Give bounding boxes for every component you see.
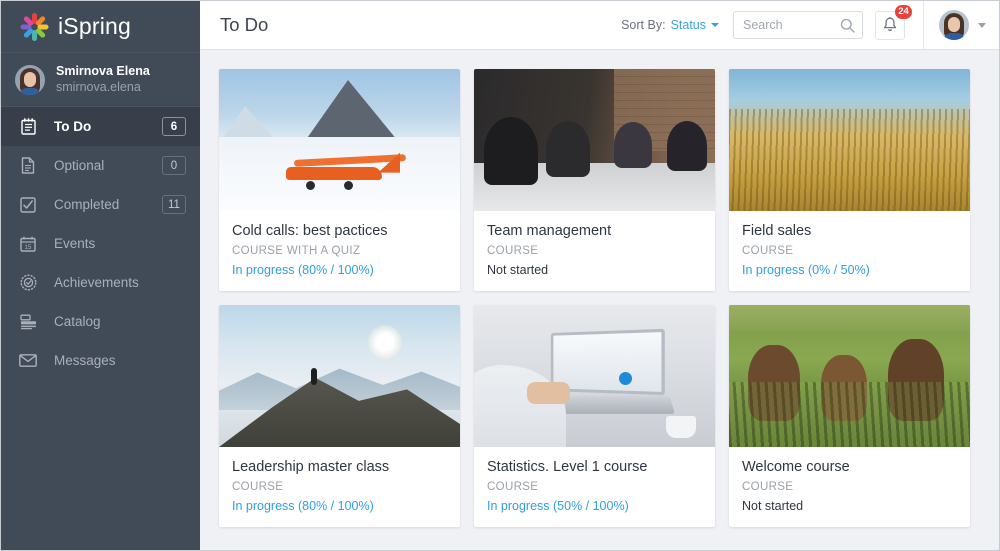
- sidebar-profile[interactable]: Smirnova Elena smirnova.elena: [1, 53, 200, 107]
- course-card[interactable]: Team management COURSE Not started: [474, 69, 715, 291]
- svg-text:15: 15: [25, 244, 32, 251]
- user-avatar: [15, 65, 45, 95]
- course-title: Team management: [487, 223, 702, 239]
- course-title: Welcome course: [742, 459, 957, 475]
- sidebar-item-label: To Do: [54, 119, 162, 134]
- course-thumbnail: [219, 69, 460, 211]
- sidebar-badge-completed: 11: [162, 195, 186, 214]
- chevron-down-icon[interactable]: [711, 23, 719, 27]
- chevron-down-icon[interactable]: [978, 23, 986, 28]
- sort-by-value[interactable]: Status: [671, 18, 706, 32]
- course-type: COURSE: [232, 481, 447, 493]
- course-card[interactable]: Leadership master class COURSE In progre…: [219, 305, 460, 527]
- document-icon: [18, 156, 38, 176]
- sidebar-item-label: Completed: [54, 197, 162, 212]
- course-type: COURSE: [487, 245, 702, 257]
- sidebar-item-achievements[interactable]: Achievements: [1, 263, 200, 302]
- course-title: Field sales: [742, 223, 957, 239]
- course-thumbnail: [219, 305, 460, 447]
- course-type: COURSE: [742, 481, 957, 493]
- course-status: In progress (80% / 100%): [232, 499, 447, 513]
- sidebar-item-to-do[interactable]: To Do 6: [1, 107, 200, 146]
- course-thumbnail: [474, 305, 715, 447]
- sidebar-item-label: Optional: [54, 158, 162, 173]
- sidebar-item-label: Achievements: [54, 275, 186, 290]
- sidebar-badge-to-do: 6: [162, 117, 186, 136]
- sort-by-control[interactable]: Sort By: Status: [621, 18, 719, 32]
- course-title: Cold calls: best pactices: [232, 223, 447, 239]
- sidebar-item-catalog[interactable]: Catalog: [1, 302, 200, 341]
- course-status: In progress (0% / 50%): [742, 263, 957, 277]
- course-thumbnail: [729, 69, 970, 211]
- calendar-icon: 15: [18, 234, 38, 254]
- notification-count-badge: 24: [895, 5, 912, 19]
- app-window: iSpring Smirnova Elena smirnova.elena To…: [0, 0, 1000, 551]
- sidebar: iSpring Smirnova Elena smirnova.elena To…: [1, 1, 200, 550]
- bell-icon: [883, 17, 897, 33]
- course-status: Not started: [487, 263, 702, 277]
- ispring-pinwheel-logo: [19, 12, 49, 42]
- course-title: Statistics. Level 1 course: [487, 459, 702, 475]
- sidebar-item-label: Events: [54, 236, 186, 251]
- sidebar-item-events[interactable]: 15 Events: [1, 224, 200, 263]
- top-bar: To Do Sort By: Status 24: [200, 1, 999, 50]
- course-status: In progress (50% / 100%): [487, 499, 702, 513]
- sidebar-nav: To Do 6 Optional 0 Completed 11 15: [1, 107, 200, 380]
- badge-award-icon: [18, 273, 38, 293]
- sidebar-item-optional[interactable]: Optional 0: [1, 146, 200, 185]
- course-grid: Cold calls: best pactices COURSE WITH A …: [219, 69, 979, 527]
- sidebar-item-label: Catalog: [54, 314, 186, 329]
- course-status: In progress (80% / 100%): [232, 263, 447, 277]
- user-avatar: [939, 10, 969, 40]
- sidebar-item-completed[interactable]: Completed 11: [1, 185, 200, 224]
- course-thumbnail: [729, 305, 970, 447]
- course-list-content: Cold calls: best pactices COURSE WITH A …: [200, 50, 999, 550]
- envelope-icon: [18, 351, 38, 371]
- course-card[interactable]: Field sales COURSE In progress (0% / 50%…: [729, 69, 970, 291]
- profile-name: Smirnova Elena: [56, 64, 150, 80]
- top-bar-actions: Sort By: Status 24: [621, 1, 999, 49]
- sidebar-item-label: Messages: [54, 353, 186, 368]
- user-menu[interactable]: [923, 1, 999, 49]
- notifications-button[interactable]: 24: [875, 11, 905, 40]
- brand-name: iSpring: [58, 13, 131, 40]
- main-area: To Do Sort By: Status 24: [200, 1, 999, 550]
- course-type: COURSE: [487, 481, 702, 493]
- catalog-icon: [18, 312, 38, 332]
- notepad-icon: [18, 117, 38, 137]
- profile-login: smirnova.elena: [56, 80, 150, 96]
- search-box[interactable]: [733, 11, 863, 39]
- sort-by-label: Sort By:: [621, 18, 665, 32]
- course-card[interactable]: Cold calls: best pactices COURSE WITH A …: [219, 69, 460, 291]
- course-title: Leadership master class: [232, 459, 447, 475]
- course-type: COURSE: [742, 245, 957, 257]
- brand-header[interactable]: iSpring: [1, 1, 200, 53]
- course-status: Not started: [742, 499, 957, 513]
- page-title: To Do: [220, 14, 268, 36]
- course-type: COURSE WITH A QUIZ: [232, 245, 447, 257]
- search-input[interactable]: [734, 12, 862, 38]
- sidebar-badge-optional: 0: [162, 156, 186, 175]
- course-thumbnail: [474, 69, 715, 211]
- course-card[interactable]: Welcome course COURSE Not started: [729, 305, 970, 527]
- course-card[interactable]: Statistics. Level 1 course COURSE In pro…: [474, 305, 715, 527]
- sidebar-item-messages[interactable]: Messages: [1, 341, 200, 380]
- check-square-icon: [18, 195, 38, 215]
